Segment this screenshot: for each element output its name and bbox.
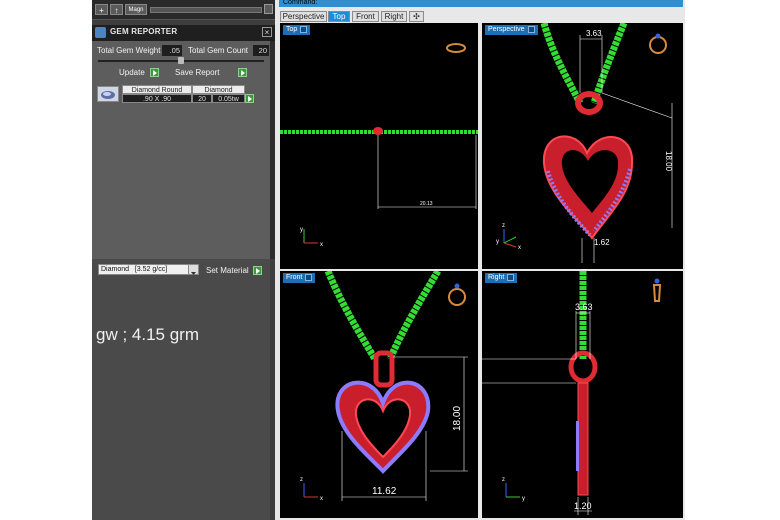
save-report-button[interactable] xyxy=(238,68,247,77)
diamond-round-icon xyxy=(97,86,119,102)
perspective-dim-bottom: 1.62 xyxy=(594,238,610,247)
close-icon[interactable]: × xyxy=(262,27,272,37)
axis-z-label: z xyxy=(502,223,505,229)
axis-x-label: x xyxy=(518,245,521,251)
perspective-dim-side: 18.00 xyxy=(664,151,673,172)
viewport-perspective[interactable]: Perspective 3.63 18.00 1.62 z y x xyxy=(482,23,683,269)
front-view-drawing: 18.00 11.62 z x xyxy=(300,271,468,502)
right-dim-top: 3.63 xyxy=(575,302,593,312)
left-panel: + ↑ Magn GEM REPORTER × Total Gem Weight… xyxy=(92,0,275,520)
total-count-label: Total Gem Count xyxy=(188,46,249,55)
magnify-button[interactable]: Magn xyxy=(125,4,147,15)
viewport-top[interactable]: Top 20.13 y x xyxy=(280,23,478,269)
viewport-right[interactable]: Right 3.63 1.20 z y xyxy=(482,271,683,518)
top-dim-label: 20.13 xyxy=(420,201,433,207)
axis-z-label: z xyxy=(300,477,303,483)
gem-carat-cell: 0.05tw xyxy=(212,94,245,103)
total-weight-field[interactable]: .05 xyxy=(162,45,182,56)
material-panel: Diamond [3.52 g/cc] Set Material gw ; 4.… xyxy=(92,259,270,520)
up-button[interactable]: ↑ xyxy=(110,4,123,15)
update-label: Update xyxy=(119,68,145,77)
gem-count-cell: 20 xyxy=(192,94,212,103)
chevron-down-icon[interactable] xyxy=(188,265,198,275)
top-toolbar: + ↑ Magn xyxy=(92,0,275,20)
gem-material-cell: Diamond xyxy=(192,85,245,94)
front-dim-width: 11.62 xyxy=(372,486,397,497)
command-bar[interactable]: Command: xyxy=(279,0,683,7)
plus-button[interactable]: + xyxy=(95,4,108,15)
total-weight-label: Total Gem Weight xyxy=(97,46,161,55)
gem-reporter-title: GEM REPORTER xyxy=(110,27,178,36)
material-select-value: Diamond [3.52 g/cc] xyxy=(101,266,168,273)
tab-top[interactable]: Top xyxy=(328,11,350,22)
update-button[interactable] xyxy=(150,68,159,77)
right-dim-bottom: 1.20 xyxy=(574,501,592,511)
gem-row-button[interactable] xyxy=(245,94,254,103)
right-view-drawing: 3.63 1.20 z y xyxy=(482,271,662,515)
perspective-dim-top: 3.63 xyxy=(586,29,602,38)
top-view-drawing: 20.13 y x xyxy=(280,43,478,248)
gem-reporter-header: GEM REPORTER × xyxy=(92,25,275,41)
collapse-arrow-icon[interactable] xyxy=(180,20,186,33)
axis-z-label: z xyxy=(502,477,505,483)
front-dim-height: 18.00 xyxy=(452,406,463,431)
viewport-front[interactable]: Front 18.00 11.62 z x xyxy=(280,271,478,518)
axis-y-label: y xyxy=(300,227,303,233)
set-material-label: Set Material xyxy=(206,266,249,275)
view-tabs: Perspective Top Front Right ✣ xyxy=(275,9,685,23)
divider-handle[interactable] xyxy=(178,57,184,64)
axis-x-label: x xyxy=(320,496,323,502)
perspective-view-drawing: 3.63 18.00 1.62 z y x xyxy=(496,23,673,263)
tab-perspective[interactable]: Perspective xyxy=(280,11,327,22)
axis-y-label: y xyxy=(496,239,499,245)
tab-right[interactable]: Right xyxy=(381,11,407,22)
zoom-slider[interactable] xyxy=(150,7,262,13)
axis-y-label: y xyxy=(522,496,525,502)
total-count-field[interactable]: 20 xyxy=(253,45,269,56)
tab-front[interactable]: Front xyxy=(352,11,379,22)
gross-weight-note: gw ; 4.15 grm xyxy=(96,325,199,344)
set-material-button[interactable] xyxy=(253,266,262,275)
save-report-label: Save Report xyxy=(175,68,220,77)
viewport-area: Command: Perspective Top Front Right ✣ T… xyxy=(275,0,685,520)
gem-shape-cell: Diamond Round xyxy=(122,85,192,94)
tab-add-button[interactable]: ✣ xyxy=(409,11,424,22)
gem-reporter-icon xyxy=(95,27,106,38)
gem-reporter-panel: Total Gem Weight .05 Total Gem Count 20 … xyxy=(92,41,270,259)
toolbar-scroll-button[interactable] xyxy=(264,4,273,14)
gem-size-cell: .90 X .90 xyxy=(122,94,192,103)
material-select[interactable]: Diamond [3.52 g/cc] xyxy=(98,264,199,275)
axis-x-label: x xyxy=(320,242,323,248)
